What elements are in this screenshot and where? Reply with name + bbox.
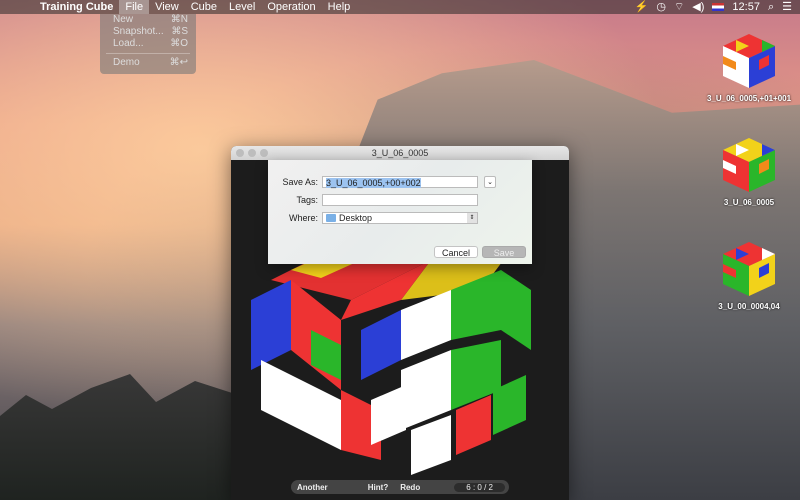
where-row: Where: Desktop ⇕ bbox=[268, 212, 478, 224]
cube-file-icon bbox=[719, 134, 779, 194]
save-as-row: Save As: 3_U_06_0005,+00+002 ⌄ bbox=[268, 176, 496, 188]
menu-cube[interactable]: Cube bbox=[185, 0, 223, 14]
redo-button[interactable]: Redo bbox=[394, 483, 426, 492]
window-controls bbox=[236, 149, 268, 157]
menu-operation[interactable]: Operation bbox=[261, 0, 321, 14]
tags-label: Tags: bbox=[296, 195, 318, 205]
where-select[interactable]: Desktop ⇕ bbox=[322, 212, 478, 224]
minimize-button[interactable] bbox=[248, 149, 256, 157]
save-dialog: Save As: 3_U_06_0005,+00+002 ⌄ Tags: Whe… bbox=[268, 160, 532, 264]
move-counter: 6 : 0 / 2 bbox=[454, 482, 505, 492]
file-menu-dropdown: New ⌘N Snapshot... ⌘S Load... ⌘O Demo ⌘↩ bbox=[100, 14, 196, 74]
list-icon[interactable]: ☰ bbox=[782, 0, 792, 14]
desktop-file-icon[interactable]: 3_U_06_0005,+01+001 bbox=[704, 30, 794, 103]
tree-line bbox=[0, 374, 260, 500]
desktop-file-icon[interactable]: 3_U_06_0005 bbox=[704, 134, 794, 207]
cube-file-icon bbox=[719, 30, 779, 90]
hint-button[interactable]: Hint? bbox=[362, 483, 394, 492]
menu-view[interactable]: View bbox=[149, 0, 185, 14]
menu-item-load[interactable]: Load... ⌘O bbox=[100, 38, 196, 50]
menu-separator bbox=[106, 53, 190, 54]
search-icon[interactable]: ⌕ bbox=[768, 0, 774, 14]
save-button[interactable]: Save bbox=[482, 246, 526, 258]
time-machine-icon[interactable]: ◷ bbox=[656, 0, 666, 14]
expand-dialog-button[interactable]: ⌄ bbox=[484, 176, 496, 188]
status-area: ⚡ ◷ ⌔ ◀) 12:57 ⌕ ☰ bbox=[635, 0, 800, 14]
folder-icon bbox=[326, 214, 336, 222]
another-button[interactable]: Another bbox=[291, 483, 334, 492]
tags-field[interactable] bbox=[322, 194, 478, 206]
desktop-file-icon[interactable]: 3_U_00_0004,04 bbox=[704, 238, 794, 311]
tags-row: Tags: bbox=[268, 194, 478, 206]
menu-help[interactable]: Help bbox=[322, 0, 357, 14]
flag-icon[interactable] bbox=[712, 3, 725, 11]
battery-icon[interactable]: ⚡ bbox=[635, 0, 649, 14]
save-as-field[interactable]: 3_U_06_0005,+00+002 bbox=[322, 176, 478, 188]
clock[interactable]: 12:57 bbox=[732, 0, 760, 14]
save-as-label: Save As: bbox=[282, 177, 318, 187]
game-controls-bar: Another Hint? Redo 6 : 0 / 2 bbox=[291, 480, 509, 494]
cube-file-icon bbox=[719, 238, 779, 298]
where-value: Desktop bbox=[339, 213, 373, 223]
cancel-button[interactable]: Cancel bbox=[434, 246, 478, 258]
menu-app-name[interactable]: Training Cube bbox=[34, 0, 119, 14]
volume-icon[interactable]: ◀) bbox=[692, 0, 704, 14]
window-title: 3_U_06_0005 bbox=[371, 148, 429, 158]
close-button[interactable] bbox=[236, 149, 244, 157]
window-titlebar[interactable]: 3_U_06_0005 bbox=[231, 146, 569, 160]
menu-item-snapshot[interactable]: Snapshot... ⌘S bbox=[100, 26, 196, 38]
zoom-button[interactable] bbox=[260, 149, 268, 157]
save-as-value: 3_U_06_0005,+00+002 bbox=[326, 178, 421, 188]
chevron-down-icon: ⌄ bbox=[487, 179, 493, 186]
menu-item-new[interactable]: New ⌘N bbox=[100, 14, 196, 26]
menu-file[interactable]: File bbox=[119, 0, 150, 14]
where-label: Where: bbox=[288, 213, 318, 223]
menu-bar: Training Cube File View Cube Level Opera… bbox=[0, 0, 800, 14]
wifi-icon[interactable]: ⌔ bbox=[674, 0, 684, 14]
updown-chevron-icon: ⇕ bbox=[467, 213, 477, 223]
menu-item-demo[interactable]: Demo ⌘↩ bbox=[100, 57, 196, 69]
menu-level[interactable]: Level bbox=[223, 0, 261, 14]
